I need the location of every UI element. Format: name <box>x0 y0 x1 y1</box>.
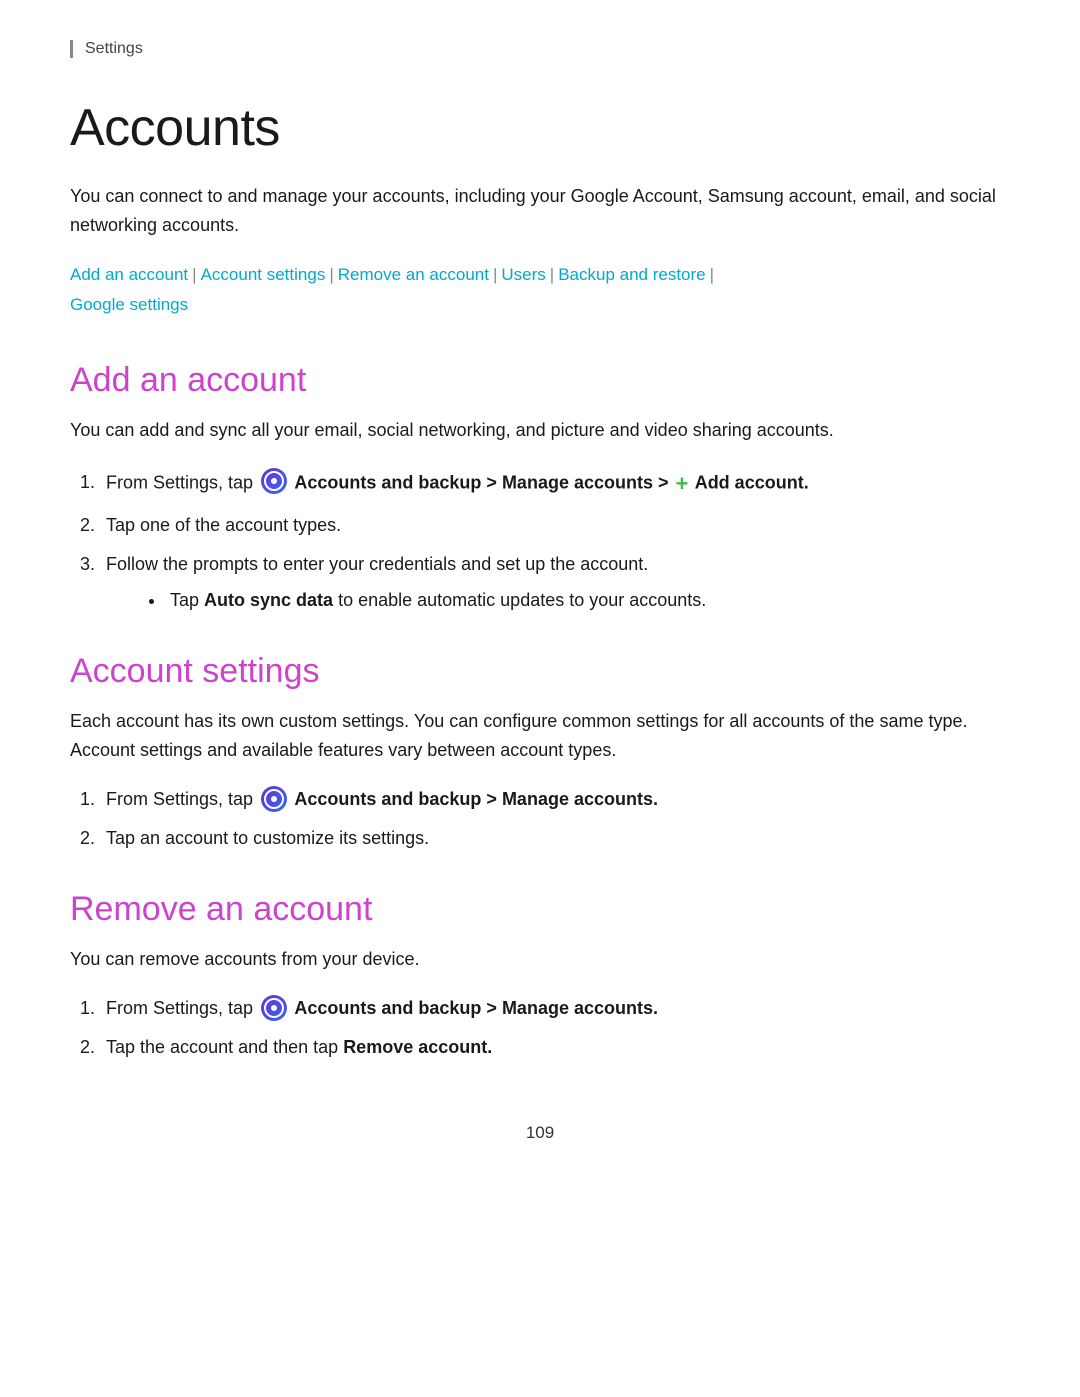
step1-bold-text: Accounts and backup > Manage accounts > <box>290 472 673 492</box>
toc-separator-2: | <box>329 265 333 284</box>
toc-separator-4: | <box>550 265 554 284</box>
step3-bullets: Tap Auto sync data to enable automatic u… <box>166 585 1010 616</box>
step3-text: Follow the prompts to enter your credent… <box>106 554 648 574</box>
breadcrumb: Settings <box>70 40 1010 58</box>
add-plus-icon: + <box>676 465 689 502</box>
as-step1-text-before: From Settings, tap <box>106 789 258 809</box>
toc-link-google-settings[interactable]: Google settings <box>70 295 188 314</box>
toc-links: Add an account|Account settings|Remove a… <box>70 260 1010 321</box>
section-intro-add-account: You can add and sync all your email, soc… <box>70 416 1010 445</box>
toc-separator-1: | <box>192 265 196 284</box>
remove-account-step-2: Tap the account and then tap Remove acco… <box>100 1032 1010 1063</box>
step1-text-before: From Settings, tap <box>106 472 258 492</box>
toc-link-users[interactable]: Users <box>501 265 545 284</box>
auto-sync-bold: Auto sync data <box>204 590 333 610</box>
remove-account-step-1: From Settings, tap Accounts and backup >… <box>100 993 1010 1024</box>
account-settings-step-2: Tap an account to customize its settings… <box>100 823 1010 854</box>
section-intro-remove-account: You can remove accounts from your device… <box>70 945 1010 974</box>
ra-step2-bold: Remove account. <box>343 1037 492 1057</box>
section-account-settings: Account settings Each account has its ow… <box>70 652 1010 854</box>
toc-link-remove-account[interactable]: Remove an account <box>338 265 489 284</box>
toc-separator-3: | <box>493 265 497 284</box>
page-number: 109 <box>70 1123 1010 1143</box>
page-title: Accounts <box>70 98 1010 158</box>
ra-step1-text-before: From Settings, tap <box>106 998 258 1018</box>
remove-account-steps: From Settings, tap Accounts and backup >… <box>100 993 1010 1062</box>
toc-link-backup-restore[interactable]: Backup and restore <box>558 265 705 284</box>
as-step1-bold: Accounts and backup > Manage accounts. <box>290 789 658 809</box>
add-account-step-1: From Settings, tap Accounts and backup >… <box>100 465 1010 502</box>
account-settings-step-1: From Settings, tap Accounts and backup >… <box>100 784 1010 815</box>
add-account-step-3: Follow the prompts to enter your credent… <box>100 549 1010 616</box>
bullet-auto-sync: Tap Auto sync data to enable automatic u… <box>166 585 1010 616</box>
section-title-account-settings: Account settings <box>70 652 1010 691</box>
toc-separator-5: | <box>710 265 714 284</box>
section-title-remove-account: Remove an account <box>70 890 1010 929</box>
add-account-steps: From Settings, tap Accounts and backup >… <box>100 465 1010 616</box>
section-remove-account: Remove an account You can remove account… <box>70 890 1010 1063</box>
add-account-step-2: Tap one of the account types. <box>100 510 1010 541</box>
settings-icon-3 <box>261 995 287 1021</box>
toc-link-add-account[interactable]: Add an account <box>70 265 188 284</box>
section-intro-account-settings: Each account has its own custom settings… <box>70 707 1010 765</box>
ra-step2-text-before: Tap the account and then tap <box>106 1037 343 1057</box>
step1-add-account-label: Add account. <box>690 472 808 492</box>
toc-link-account-settings[interactable]: Account settings <box>201 265 326 284</box>
section-add-account: Add an account You can add and sync all … <box>70 361 1010 616</box>
section-title-add-account: Add an account <box>70 361 1010 400</box>
ra-step1-bold: Accounts and backup > Manage accounts. <box>290 998 658 1018</box>
account-settings-steps: From Settings, tap Accounts and backup >… <box>100 784 1010 853</box>
settings-icon-1 <box>261 468 287 494</box>
settings-icon-2 <box>261 786 287 812</box>
intro-text: You can connect to and manage your accou… <box>70 182 1010 240</box>
